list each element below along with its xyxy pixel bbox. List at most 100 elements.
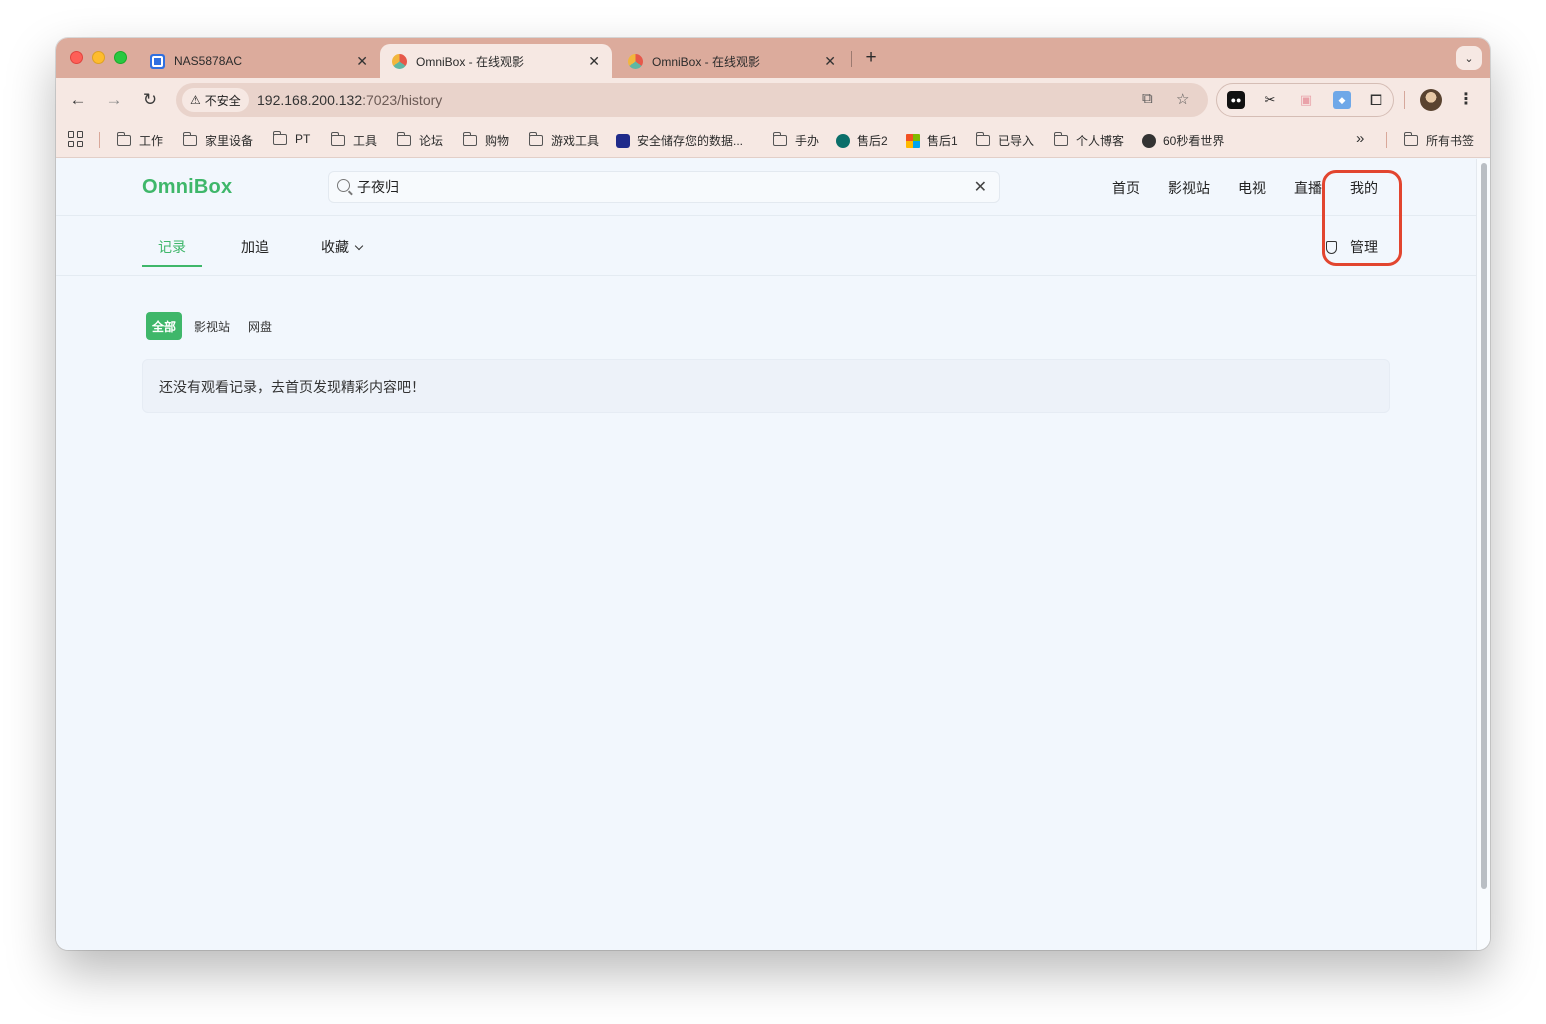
browser-menu-icon[interactable]: ⋮ (1458, 89, 1474, 109)
bookmark-label: 所有书签 (1426, 134, 1475, 148)
nav-home[interactable]: 首页 (1112, 178, 1140, 198)
chevron-down-icon (354, 241, 364, 251)
extension-cloud-icon[interactable]: ◆ (1333, 91, 1351, 109)
url-host: 192.168.200.132 (257, 92, 363, 108)
microsoft-icon (906, 133, 920, 148)
search-input[interactable] (357, 177, 957, 197)
support-site-icon (836, 133, 850, 148)
bookmark-label: 已导入 (998, 134, 1035, 148)
bookmark-folder[interactable]: 购物 (462, 132, 510, 149)
star-icon[interactable]: ☆ (1176, 90, 1189, 108)
subtab-history[interactable]: 记录 (158, 237, 186, 257)
extensions-group: ●● ✂ ▣ ◆ ⧠ (1216, 83, 1394, 117)
url-text[interactable]: 192.168.200.132:7023/history (257, 92, 442, 108)
bookmark-label: 工具 (353, 134, 378, 148)
bookmark-label: 工作 (139, 134, 164, 148)
active-tab-indicator (142, 265, 202, 267)
bookmark-folder[interactable]: 游戏工具 (528, 132, 600, 149)
toolbar-separator (1404, 91, 1405, 109)
chevron-down-icon: ⌄ (1464, 52, 1474, 65)
nav-tv[interactable]: 电视 (1238, 178, 1266, 198)
address-bar[interactable]: ⚠ 不安全 192.168.200.132:7023/history ⧉ ☆ (176, 83, 1208, 117)
folder-icon (1053, 132, 1068, 146)
tab-omnibox-active[interactable]: OmniBox - 在线观影 ✕ (380, 44, 612, 78)
more-bookmarks-icon[interactable]: » (1356, 130, 1364, 147)
filter-all[interactable]: 全部 (146, 312, 183, 340)
tab-omnibox[interactable]: OmniBox - 在线观影 ✕ (616, 44, 848, 78)
extension-scissors-icon[interactable]: ✂ (1261, 91, 1279, 109)
maximize-window-button[interactable] (114, 51, 127, 64)
translate-icon[interactable]: ⧉ (1142, 90, 1153, 107)
tab-close-icon[interactable]: ✕ (824, 53, 836, 70)
folder-icon (116, 132, 131, 146)
arrow-left-icon: ← (69, 90, 87, 109)
bookmark-label: 游戏工具 (551, 134, 600, 148)
page-scrollbar[interactable] (1476, 159, 1490, 950)
bookmark-site[interactable]: 售后1 (906, 132, 958, 149)
warning-icon: ⚠ (190, 93, 201, 107)
security-chip[interactable]: ⚠ 不安全 (182, 88, 249, 112)
bookmark-site[interactable]: 售后2 (836, 132, 888, 149)
all-bookmarks-button[interactable]: 所有书签 (1403, 132, 1475, 149)
omnibox-favicon-icon (392, 53, 407, 69)
apps-grid-icon[interactable] (68, 131, 84, 147)
omnibox-favicon-icon (628, 53, 643, 69)
tab-title: OmniBox - 在线观影 (416, 54, 525, 69)
clear-search-icon[interactable]: ✕ (974, 177, 987, 197)
bookmark-site[interactable]: 60秒看世界 (1142, 132, 1224, 149)
app-header: OmniBox ✕ 首页 影视站 电视 直播 我的 (56, 159, 1476, 216)
extension-mask-icon[interactable]: ●● (1227, 91, 1245, 109)
scrollbar-thumb[interactable] (1481, 163, 1487, 889)
close-window-button[interactable] (70, 51, 83, 64)
bookmarks-bar: 工作 家里设备 PT 工具 论坛 购物 游戏工具 安全储存您的数据... 手办 … (56, 122, 1490, 158)
subtab-following[interactable]: 加追 (241, 237, 269, 257)
filter-group: 全部 影视站 网盘 (146, 312, 278, 340)
search-box[interactable]: ✕ (328, 171, 1000, 203)
nav-sites[interactable]: 影视站 (1168, 178, 1210, 198)
subtab-favorites[interactable]: 收藏 (321, 237, 364, 257)
reload-button[interactable]: ↻ (138, 88, 162, 112)
bookmark-folder[interactable]: 论坛 (396, 132, 443, 149)
extensions-puzzle-icon[interactable]: ⧠ (1367, 91, 1385, 109)
bookmark-label: 购物 (485, 134, 510, 148)
reload-icon: ↻ (142, 90, 158, 109)
bookmark-site[interactable]: 安全储存您的数据... (616, 132, 743, 149)
bookmark-folder[interactable]: 已导入 (975, 132, 1035, 149)
bookmark-label: 手办 (795, 134, 820, 148)
arrow-right-icon: → (105, 90, 123, 109)
extension-tv-icon[interactable]: ▣ (1297, 91, 1315, 109)
profile-avatar[interactable] (1420, 89, 1442, 111)
bookmark-folder[interactable]: 工作 (116, 132, 164, 149)
minimize-window-button[interactable] (92, 51, 105, 64)
vault-site-icon (616, 133, 630, 148)
browser-window: NAS5878AC ✕ OmniBox - 在线观影 ✕ OmniBox - 在… (56, 38, 1490, 950)
subtab-favorites-label: 收藏 (321, 239, 349, 255)
folder-icon (462, 132, 477, 146)
folder-icon (182, 132, 197, 146)
tab-nas[interactable]: NAS5878AC ✕ (138, 44, 380, 78)
folder-icon (272, 130, 287, 145)
bookmark-folder[interactable]: 家里设备 (182, 132, 253, 149)
filter-sites[interactable]: 影视站 (188, 312, 236, 340)
app-logo[interactable]: OmniBox (142, 176, 232, 199)
back-button[interactable]: ← (66, 88, 90, 112)
new-tab-button[interactable]: + (861, 47, 881, 69)
sub-navigation: 记录 加追 收藏 管理 (56, 216, 1476, 276)
tab-close-icon[interactable]: ✕ (356, 53, 368, 70)
bookmarks-separator (1386, 132, 1387, 148)
folder-icon (396, 132, 411, 146)
bookmark-folder[interactable]: 手办 (772, 132, 820, 149)
bookmark-folder[interactable]: 个人博客 (1053, 132, 1124, 149)
tab-strip: NAS5878AC ✕ OmniBox - 在线观影 ✕ OmniBox - 在… (56, 38, 1490, 78)
tab-search-button[interactable]: ⌄ (1456, 46, 1482, 70)
nav-live[interactable]: 直播 (1294, 178, 1322, 198)
tab-title: NAS5878AC (174, 54, 243, 68)
browser-toolbar: ← → ↻ ⚠ 不安全 192.168.200.132:7023/history… (56, 78, 1490, 122)
tab-close-icon[interactable]: ✕ (588, 53, 600, 70)
filter-netdisk[interactable]: 网盘 (242, 312, 278, 340)
forward-button[interactable]: → (102, 88, 126, 112)
security-label: 不安全 (204, 93, 241, 108)
url-path: :7023/history (362, 92, 443, 108)
bookmark-folder[interactable]: 工具 (330, 132, 378, 149)
bookmark-folder[interactable]: PT (272, 130, 310, 146)
